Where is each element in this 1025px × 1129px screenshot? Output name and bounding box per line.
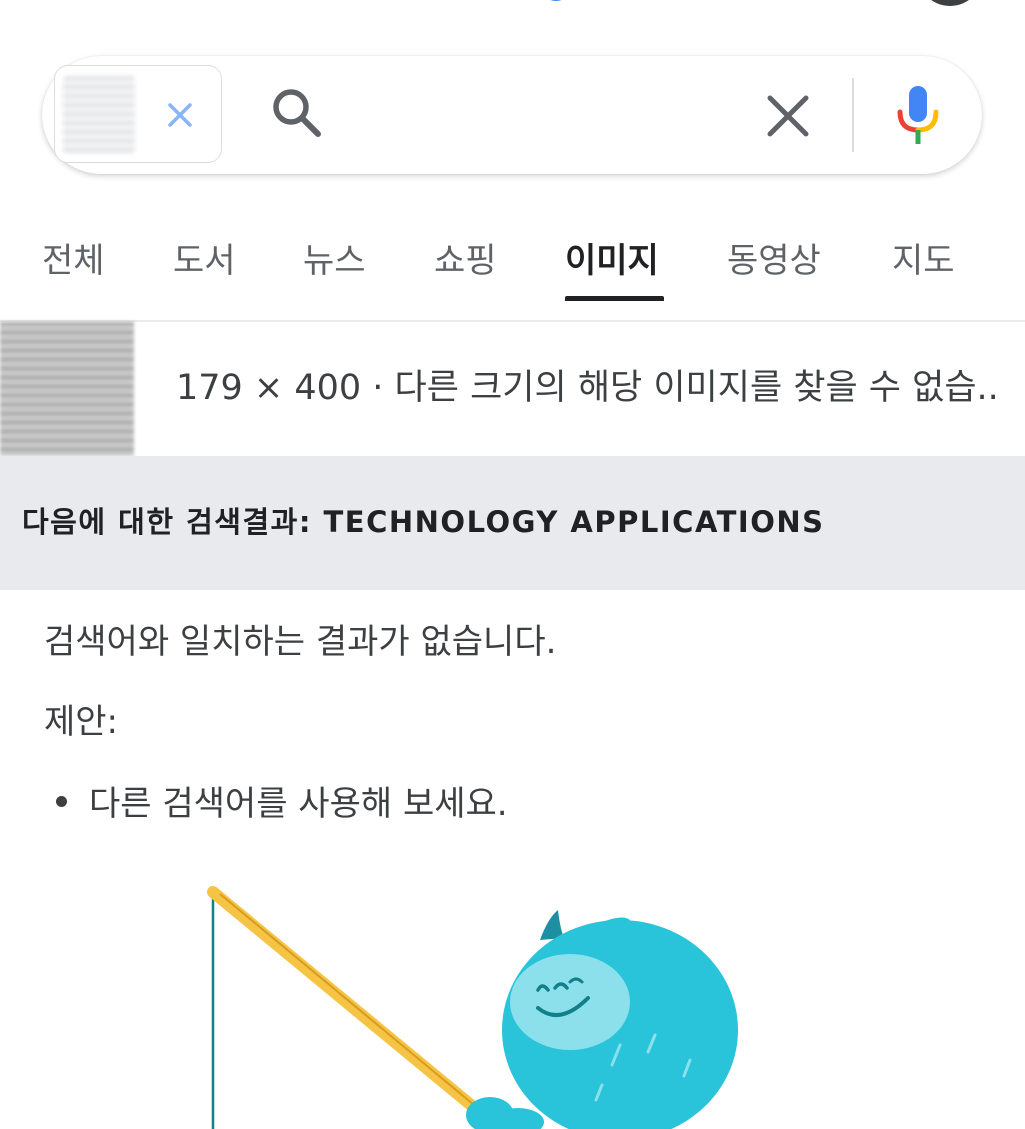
image-info-row[interactable]: 179 × 400 · 다른 크기의 해당 이미지를 찾을 수 없습... [0,322,1025,456]
no-result-message: 검색어와 일치하는 결과가 없습니다. [44,622,557,662]
tab-news[interactable]: 뉴스 [303,232,366,300]
google-logo-fragment [551,0,561,1]
tab-images[interactable]: 이미지 [565,232,659,300]
tab-books[interactable]: 도서 [173,232,236,300]
tab-all[interactable]: 전체 [42,232,105,300]
fishing-monster-illustration [207,886,738,1129]
result-header-text: 다음에 대한 검색결과: TECHNOLOGY APPLICATIONS [22,505,825,539]
close-icon[interactable] [163,98,197,132]
bullet [56,796,67,807]
clear-search-icon[interactable] [762,90,814,142]
tab-videos[interactable]: 동영상 [727,232,821,300]
image-query-chip[interactable] [54,65,222,163]
result-header: 다음에 대한 검색결과: TECHNOLOGY APPLICATIONS [0,456,1025,590]
suggestion-label: 제안: [44,702,119,742]
active-tab-indicator [565,296,664,301]
monster [466,910,738,1129]
tab-maps[interactable]: 지도 [892,232,955,300]
fishing-rod-line [219,893,481,1111]
search-icon[interactable] [268,84,328,144]
fishing-rod [207,886,506,1129]
search-bar[interactable] [42,56,982,174]
query-image-thumbnail [63,76,135,154]
tab-shopping[interactable]: 쇼핑 [434,232,497,300]
page: 전체 도서 뉴스 쇼핑 이미지 동영상 지도 179 × 400 · 다른 크기… [0,0,1025,1129]
mic-icon[interactable] [894,84,942,148]
suggestion-text: 다른 검색어를 사용해 보세요. [89,784,508,824]
search-bar-divider [852,78,854,152]
image-thumbnail[interactable] [0,322,134,456]
search-tabs: 전체 도서 뉴스 쇼핑 이미지 동영상 지도 [0,232,1025,322]
account-avatar[interactable] [915,0,985,6]
suggestion-item: 다른 검색어를 사용해 보세요. [56,780,508,828]
image-size-info: 179 × 400 · 다른 크기의 해당 이미지를 찾을 수 없습... [176,368,996,408]
